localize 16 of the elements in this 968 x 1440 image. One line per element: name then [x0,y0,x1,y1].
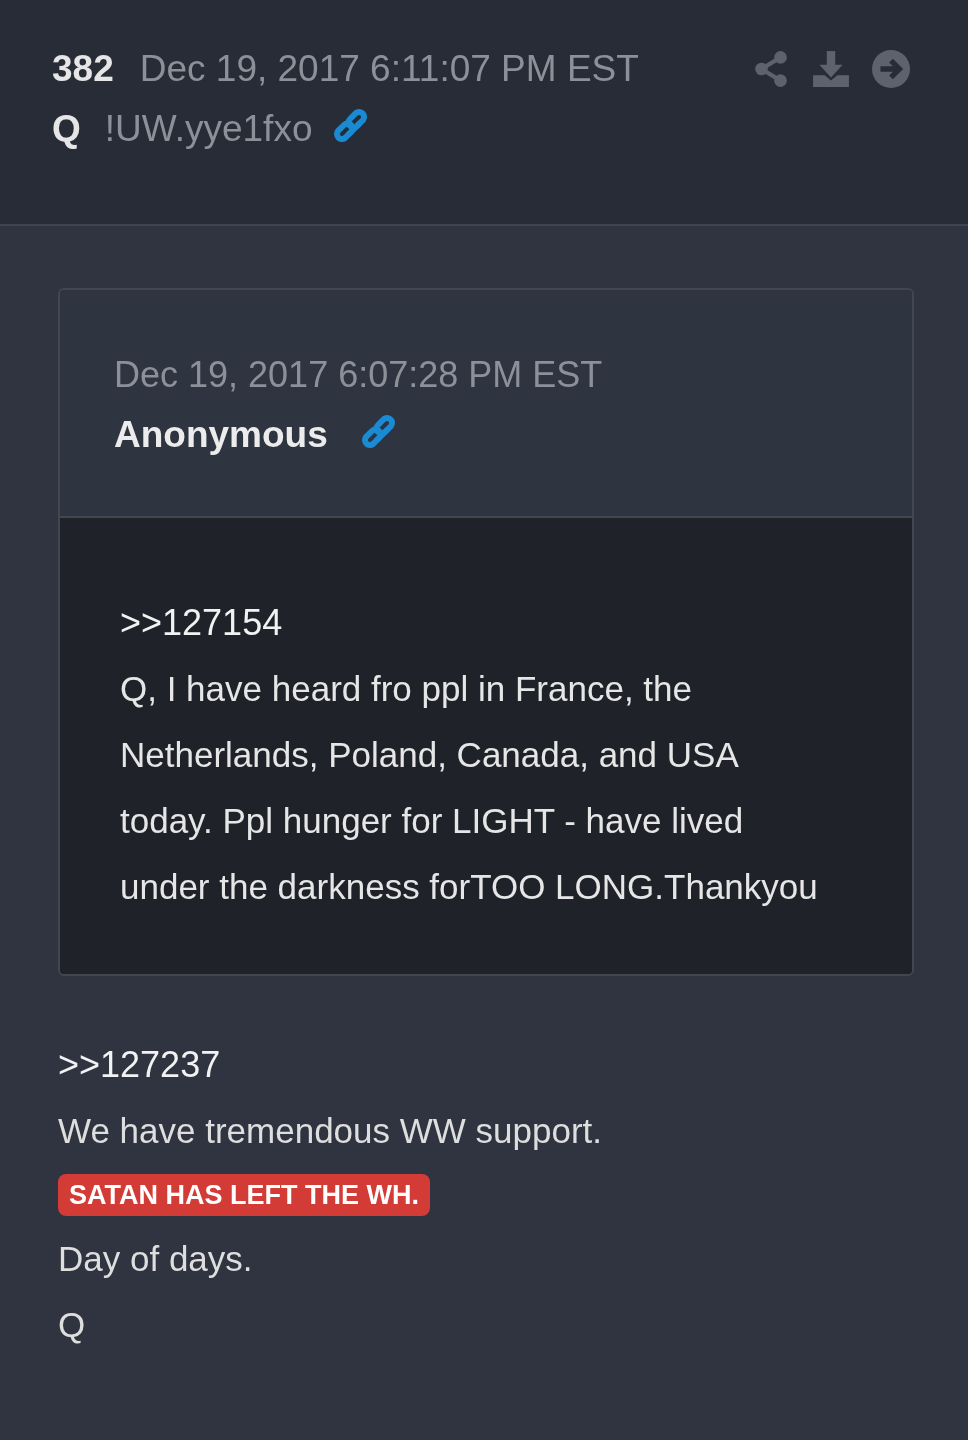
post-text: Q, I have heard fro ppl in France, the Netherlands, Poland, Canada, and USA today. Ppl hunger for LIGHT - have lived under the darkness forTOO LONG.Thankyou [120,668,819,908]
post-text: Day of days. [58,1238,254,1280]
quoted-post-timestamp: Dec 19, 2017 6:07:28 PM EST [114,354,604,396]
post-text: Q [58,1304,87,1346]
author-name: Q [52,108,81,150]
post-reference-link[interactable]: >>127237 [58,1032,914,1098]
download-icon[interactable] [812,50,850,88]
quoted-post-author: Anonymous [114,414,328,456]
post-reference-link[interactable]: >>127154 [120,590,822,656]
post-timestamp: Dec 19, 2017 6:11:07 PM EST [139,48,639,90]
post-number: 382 [52,48,114,90]
arrow-right-circle-icon[interactable] [872,50,910,88]
share-icon[interactable] [752,50,790,88]
highlighted-text: SATAN HAS LEFT THE WH. [58,1174,430,1216]
post-text: We have tremendous WW support. [58,1110,604,1152]
tripcode: !UW.yye1fxo [104,108,313,150]
